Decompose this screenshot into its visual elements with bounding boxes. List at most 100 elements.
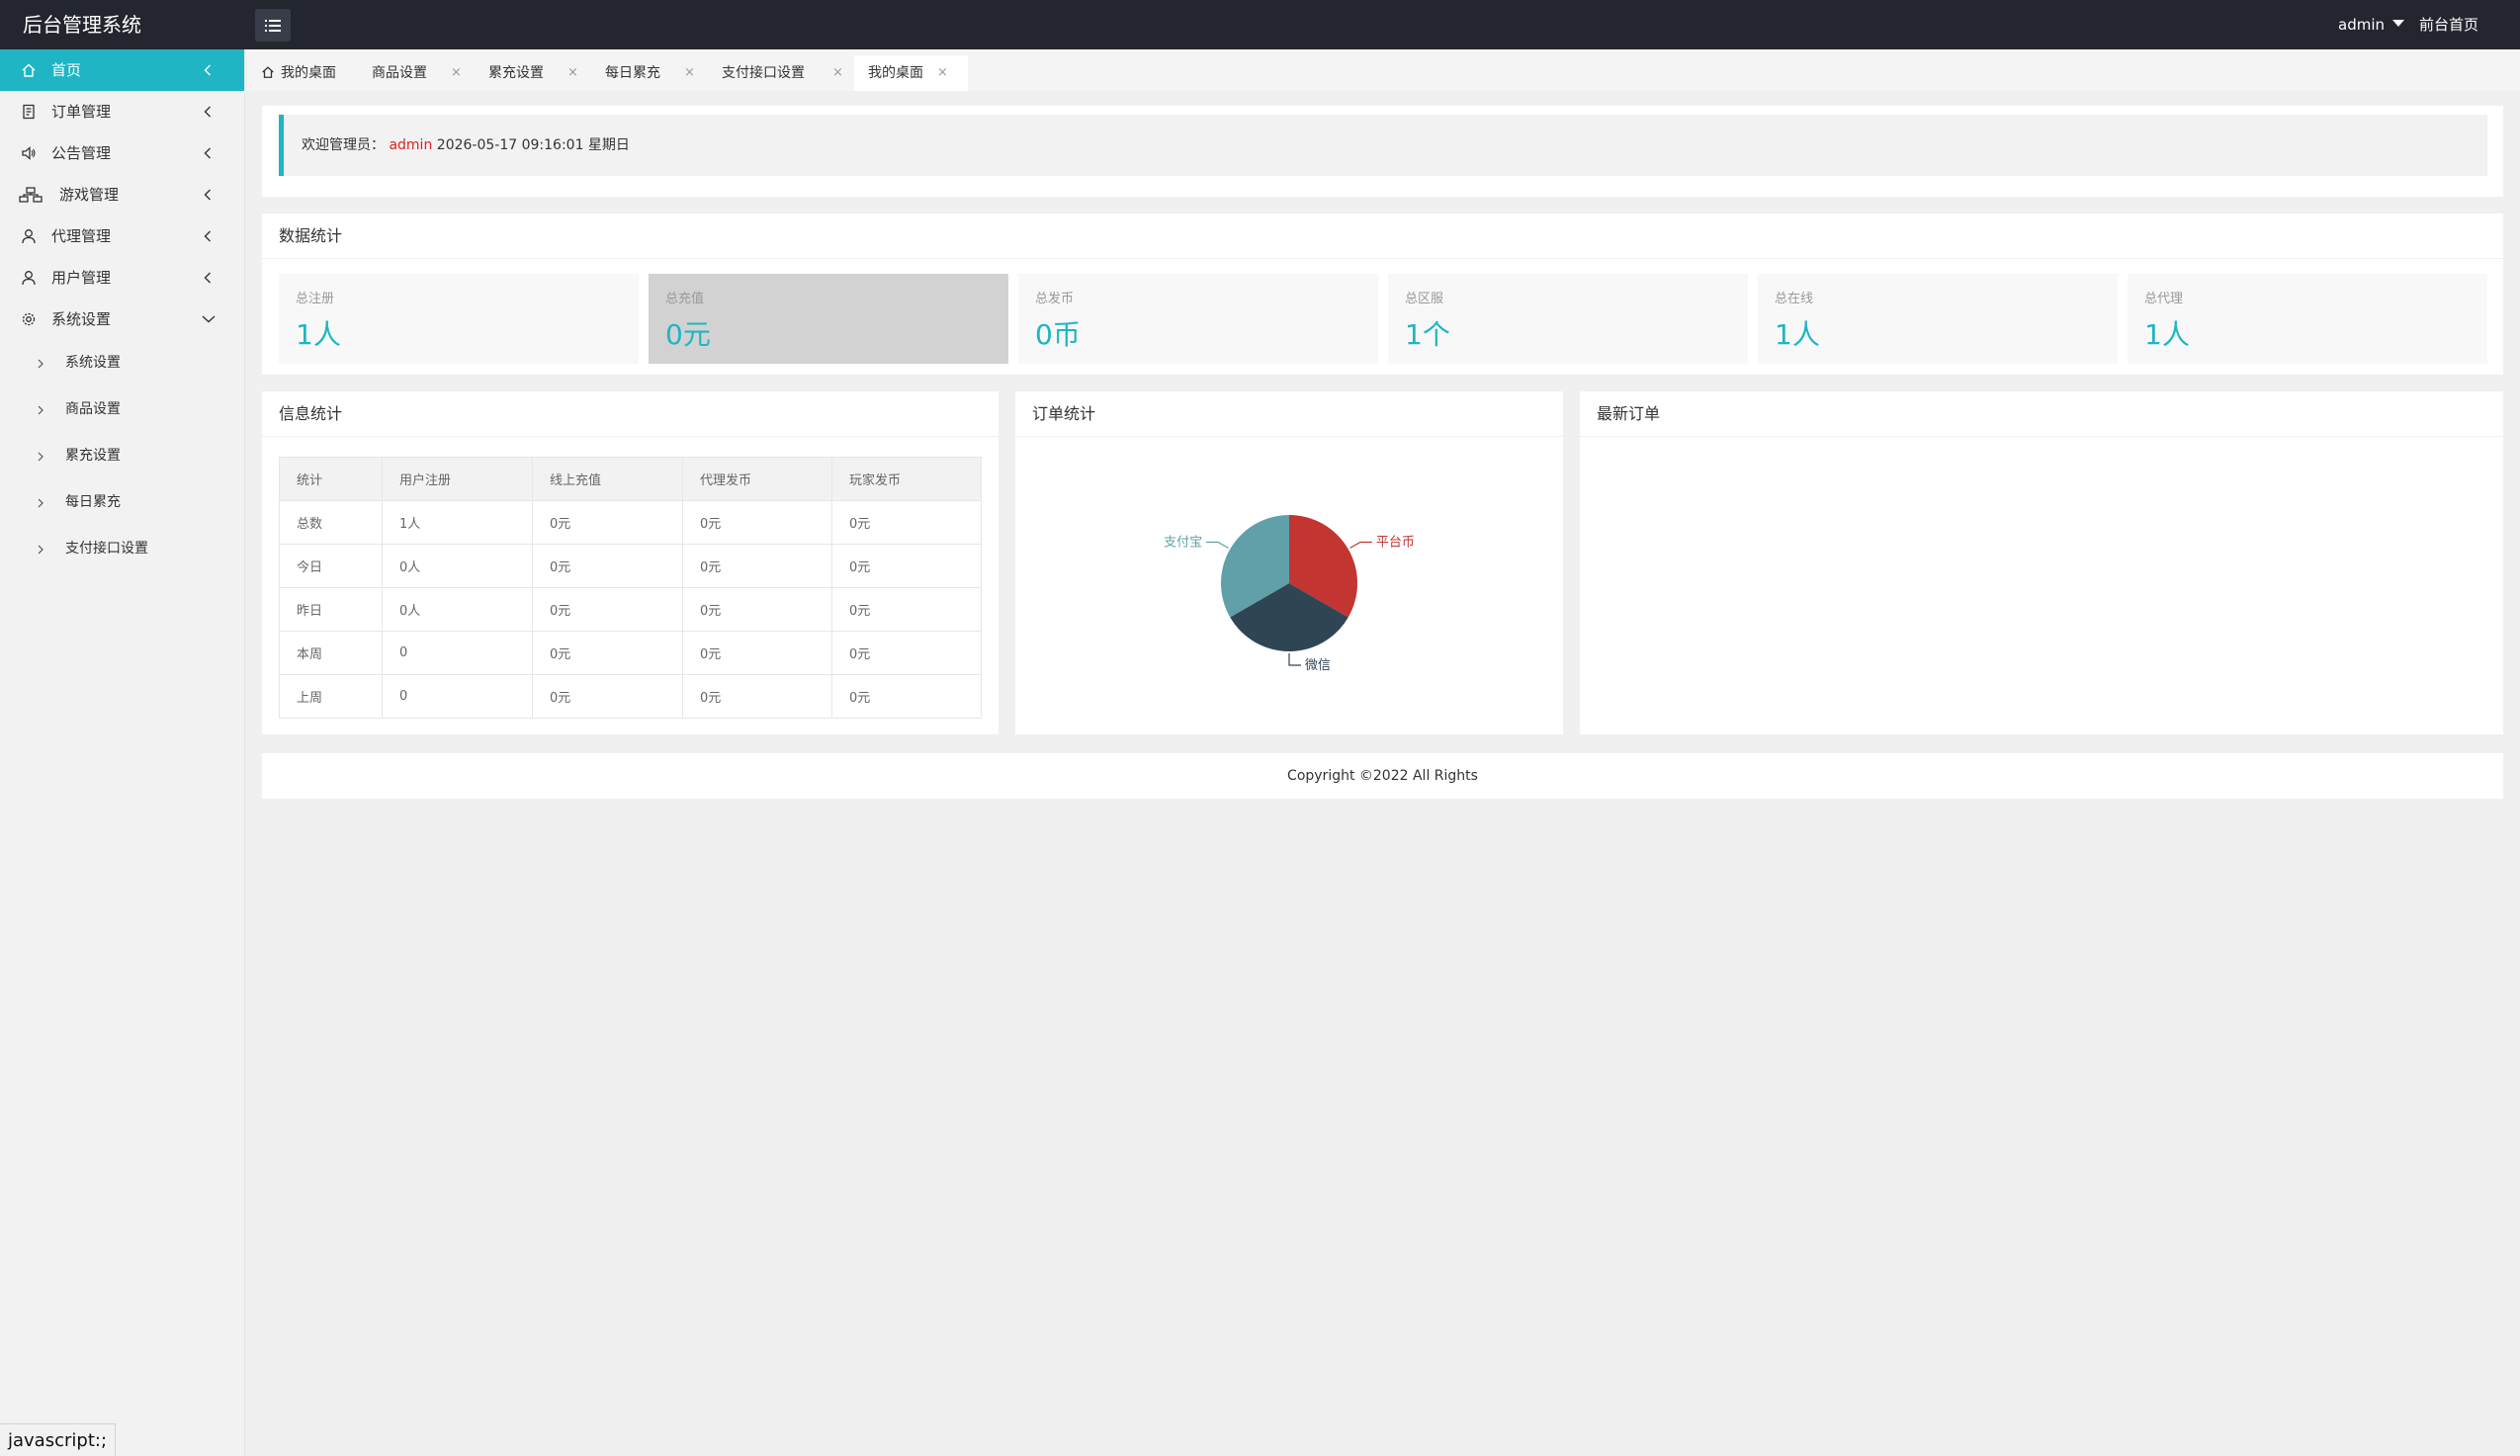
- close-icon[interactable]: ×: [451, 55, 462, 91]
- sidebar-item-label: 订单管理: [51, 103, 112, 121]
- agent-icon: [20, 215, 38, 257]
- table-cell: 0元: [532, 544, 683, 588]
- table-header-cell: 玩家发币: [831, 457, 982, 501]
- chevron-down-icon: [201, 299, 217, 340]
- table-cell: 0元: [532, 500, 683, 545]
- tab-label: 支付接口设置: [722, 65, 805, 81]
- welcome-prefix: 欢迎管理员：: [302, 137, 385, 153]
- stat-label: 总充值: [665, 292, 705, 306]
- app-title: 后台管理系统: [23, 13, 141, 37]
- table-cell: 0元: [682, 631, 832, 675]
- tab-label: 商品设置: [372, 65, 427, 81]
- sidebar-subitem-payment-settings[interactable]: 支付接口设置: [0, 526, 244, 572]
- sidebar-subitem-product-settings[interactable]: 商品设置: [0, 386, 244, 433]
- stat-label: 总注册: [296, 292, 335, 306]
- sidebar-subitem-recharge-settings[interactable]: 累充设置: [0, 433, 244, 479]
- chevron-right-icon: [38, 433, 47, 479]
- home-icon: [261, 57, 275, 93]
- sidebar-item-label: 代理管理: [51, 227, 112, 245]
- table-cell: 0元: [682, 544, 832, 588]
- tab-recharge-settings[interactable]: 累充设置 ×: [475, 55, 591, 91]
- chevron-left-icon: [201, 257, 215, 299]
- order-icon: [20, 91, 38, 132]
- table-row: 总数 1人 0元 0元 0元: [279, 500, 982, 545]
- sidebar-item-announcements[interactable]: 公告管理: [0, 132, 244, 174]
- tab-payment-settings[interactable]: 支付接口设置 ×: [708, 55, 854, 91]
- pie-label: 支付宝: [1164, 536, 1202, 551]
- stat-card-total-registrations: 总注册 1人: [279, 274, 639, 364]
- chevron-left-icon: [201, 215, 215, 257]
- top-header: 后台管理系统 admin 前台首页: [0, 0, 2520, 49]
- front-page-link[interactable]: 前台首页: [2419, 0, 2478, 49]
- stat-value: 1人: [296, 318, 341, 351]
- stat-value: 1人: [2144, 318, 2190, 351]
- welcome-datetime: 2026-05-17 09:16:01 星期日: [436, 137, 630, 153]
- stat-label: 总发币: [1035, 292, 1075, 306]
- order-pie-chart: 平台币微信 支付宝: [1164, 515, 1415, 673]
- user-name: admin: [2338, 16, 2385, 34]
- sidebar-subitem-label: 每日累充: [65, 494, 121, 510]
- close-icon[interactable]: ×: [684, 55, 695, 91]
- stat-label: 总代理: [2144, 292, 2184, 306]
- table-cell: 0元: [532, 631, 683, 675]
- browser-status-bar: javascript:;: [0, 1423, 117, 1456]
- table-cell: 0元: [532, 587, 683, 632]
- table-cell: 0: [382, 674, 533, 719]
- sidebar-subitem-label: 累充设置: [65, 448, 121, 464]
- sitemap-icon: [19, 174, 43, 215]
- tab-label: 累充设置: [488, 65, 544, 81]
- close-icon[interactable]: ×: [937, 55, 948, 91]
- sidebar-item-label: 用户管理: [51, 269, 112, 287]
- welcome-user: admin: [389, 137, 433, 153]
- panel-title: 最新订单: [1580, 391, 2503, 437]
- sidebar-item-home[interactable]: 首页: [0, 49, 244, 91]
- chevron-left-icon: [201, 91, 215, 132]
- sidebar-item-label: 首页: [51, 61, 82, 79]
- sidebar-item-games[interactable]: 游戏管理: [0, 174, 244, 215]
- sidebar-subitem-system-settings[interactable]: 系统设置: [0, 340, 244, 386]
- info-stats-table: 统计 用户注册 线上充值 代理发币 玩家发币 总数 1人 0元 0元 0元 今日 0人 0元…: [279, 457, 982, 719]
- sidebar-item-system-settings[interactable]: 系统设置: [0, 299, 244, 340]
- tab-daily-recharge[interactable]: 每日累充 ×: [591, 55, 708, 91]
- stat-card-total-recharge: 总充值 0元: [649, 274, 1008, 364]
- table-header-cell: 用户注册: [382, 457, 533, 501]
- submenu-system-settings: 系统设置 商品设置 累充设置 每日累充 支付接口设置: [0, 340, 244, 572]
- table-header-row: 统计 用户注册 线上充值 代理发币 玩家发币: [279, 457, 982, 501]
- close-icon[interactable]: ×: [832, 55, 843, 91]
- sidebar-item-orders[interactable]: 订单管理: [0, 91, 244, 132]
- menu-list-icon[interactable]: [255, 9, 291, 42]
- table-cell: 0: [382, 631, 533, 675]
- table-cell: 1人: [382, 500, 533, 545]
- close-icon[interactable]: ×: [567, 55, 578, 91]
- stat-card-total-agents: 总代理 1人: [2128, 274, 2487, 364]
- user-menu[interactable]: admin: [2338, 0, 2404, 49]
- order-stats-panel: 订单统计 平台币 微信 支付宝: [1015, 391, 1563, 734]
- sidebar-item-users[interactable]: 用户管理: [0, 257, 244, 299]
- table-cell: 今日: [279, 544, 383, 588]
- gear-icon: [20, 299, 38, 340]
- table-cell: 0元: [831, 631, 982, 675]
- table-cell: 0元: [831, 544, 982, 588]
- sidebar-subitem-label: 支付接口设置: [65, 541, 148, 557]
- tab-my-desktop[interactable]: 我的桌面 ×: [854, 55, 968, 91]
- chevron-left-icon: [201, 174, 215, 215]
- tab-product-settings[interactable]: 商品设置 ×: [358, 55, 475, 91]
- stat-value: 0元: [665, 318, 711, 351]
- sidebar-subitem-daily-recharge[interactable]: 每日累充: [0, 479, 244, 526]
- sidebar-item-label: 公告管理: [51, 144, 112, 162]
- stat-value: 0币: [1035, 318, 1081, 351]
- pie-label: 平台币: [1376, 536, 1415, 551]
- chevron-right-icon: [38, 526, 47, 572]
- table-cell: 0人: [382, 587, 533, 632]
- stat-label: 总区服: [1405, 292, 1444, 306]
- pie-label-line: [1349, 541, 1372, 550]
- sidebar-item-label: 游戏管理: [59, 186, 120, 204]
- tab-my-desktop-home[interactable]: 我的桌面: [247, 55, 358, 91]
- chevron-left-icon: [201, 132, 215, 174]
- pie-label-line: [1288, 653, 1301, 666]
- sidebar-item-agents[interactable]: 代理管理: [0, 215, 244, 257]
- chevron-right-icon: [38, 479, 47, 526]
- table-cell: 0元: [532, 674, 683, 719]
- stat-value: 1个: [1405, 318, 1450, 351]
- stat-label: 总在线: [1775, 292, 1814, 306]
